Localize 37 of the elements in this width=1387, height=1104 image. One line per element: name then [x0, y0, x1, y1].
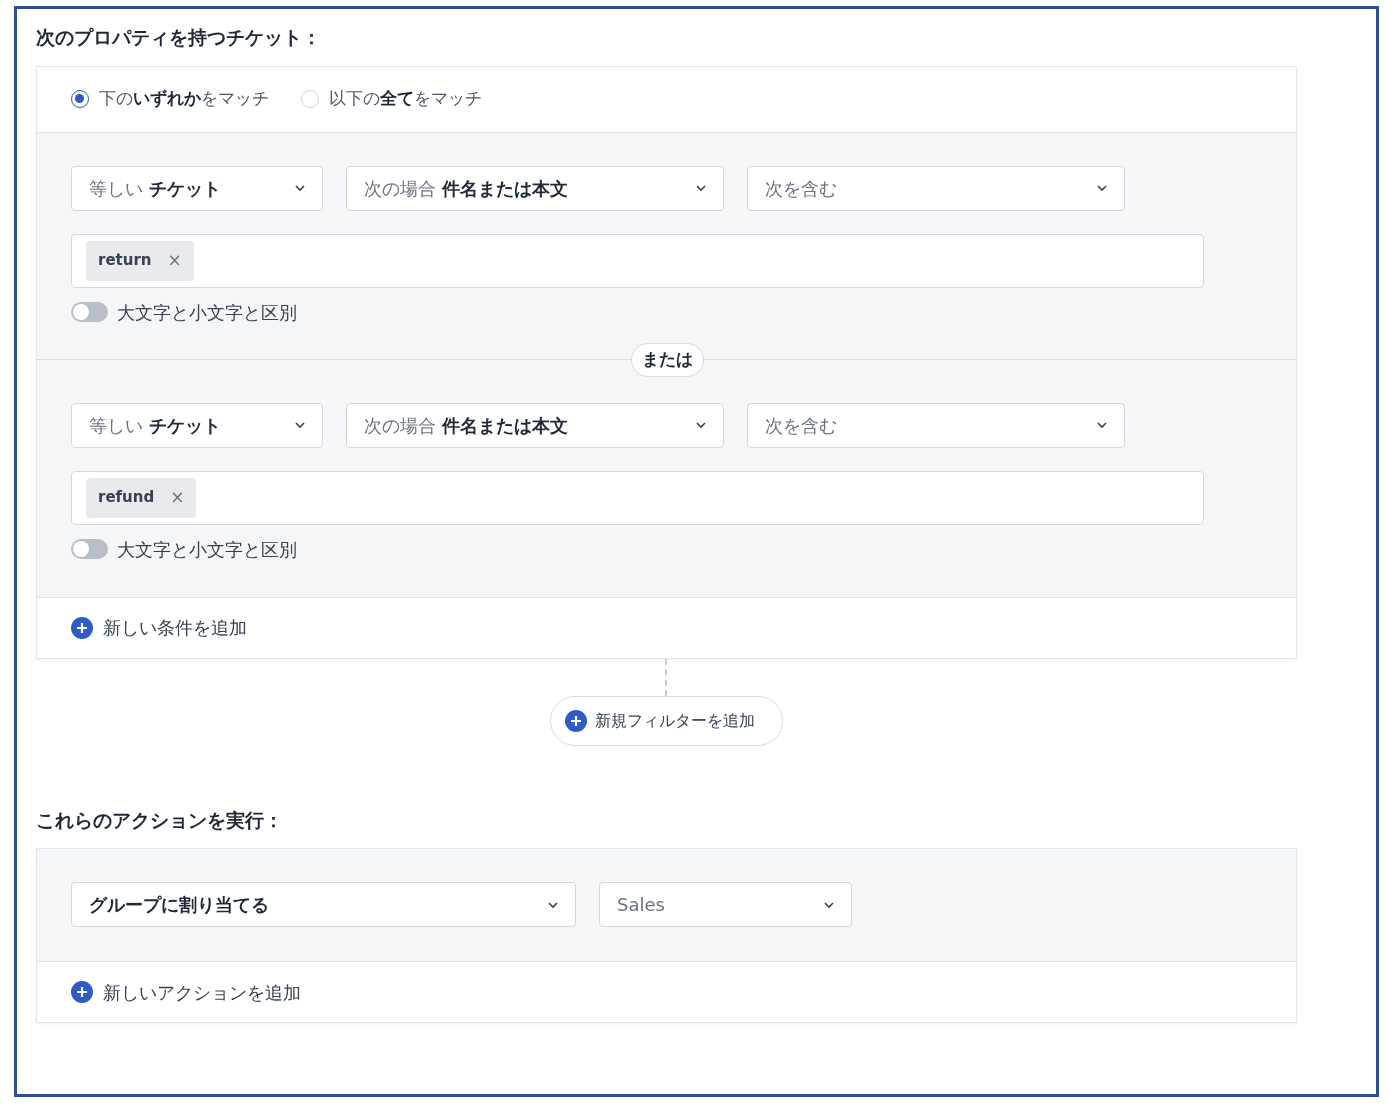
- chevron-icon: [695, 184, 707, 192]
- tag-chip: return ×: [86, 240, 194, 281]
- chevron-icon: [294, 184, 306, 192]
- plus-icon: [71, 616, 93, 639]
- dropdown[interactable]: 次を含む: [747, 402, 1125, 448]
- section-heading: 次のプロパティを持つチケット：: [36, 25, 322, 50]
- section-heading: これらのアクションを実行：: [36, 807, 284, 833]
- plus-icon: [71, 981, 93, 1003]
- chevron-icon: [1096, 421, 1108, 429]
- chevron-icon: [294, 421, 306, 429]
- chevron-icon: [695, 421, 707, 429]
- remove-tag-button[interactable]: ×: [167, 247, 182, 274]
- chevron-icon: [823, 900, 835, 909]
- dropdown[interactable]: 等しい チケット: [71, 402, 323, 448]
- dropdown[interactable]: グループに割り当てる: [71, 882, 576, 927]
- radio-option[interactable]: 以下の全てをマッチ: [301, 86, 482, 112]
- dropdown[interactable]: 次の場合 件名または本文: [346, 165, 724, 211]
- tag-input-field[interactable]: return ×: [71, 233, 1204, 288]
- plus-icon: [565, 709, 587, 732]
- dropdown[interactable]: 等しい チケット: [71, 165, 323, 211]
- tag-chip: refund ×: [86, 477, 197, 518]
- dropdown[interactable]: 次の場合 件名または本文: [346, 402, 724, 448]
- remove-tag-button[interactable]: ×: [170, 484, 185, 511]
- toggle-switch[interactable]: [71, 302, 108, 322]
- add-filter-button[interactable]: 新規フィルターを追加: [550, 695, 783, 746]
- chevron-icon: [1096, 184, 1108, 192]
- separator-label: または: [631, 342, 704, 377]
- toggle-label: 大文字と小文字と区別: [117, 300, 297, 325]
- chevron-icon: [547, 900, 559, 909]
- toggle-switch[interactable]: [71, 539, 108, 559]
- dropdown[interactable]: Sales: [599, 882, 852, 927]
- toggle-label: 大文字と小文字と区別: [117, 537, 297, 562]
- tag-input-field[interactable]: refund ×: [71, 470, 1204, 525]
- dropdown[interactable]: 次を含む: [747, 165, 1125, 211]
- add-condition-link[interactable]: 新しい条件を追加: [37, 596, 1296, 658]
- radio-option[interactable]: 下のいずれかをマッチ: [71, 86, 269, 112]
- add-action-link[interactable]: 新しいアクションを追加: [37, 961, 1296, 1022]
